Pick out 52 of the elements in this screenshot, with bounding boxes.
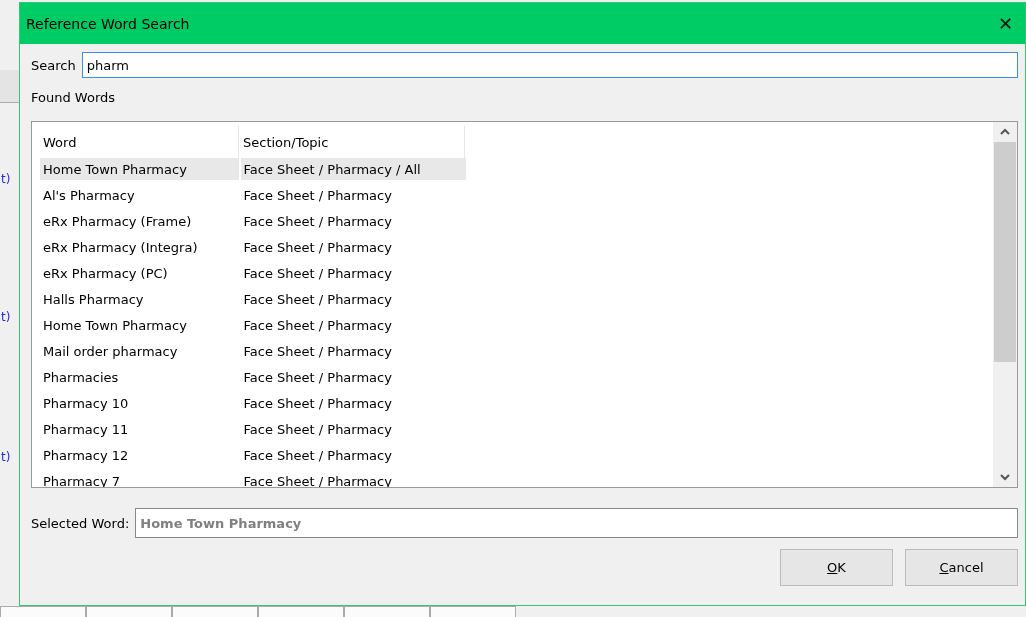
word-cell-text: Mail order pharmacy (42, 342, 179, 361)
scrollbar-thumb[interactable] (994, 142, 1016, 362)
section-cell-text: Face Sheet / Pharmacy (242, 212, 393, 231)
ok-button[interactable]: OK (780, 549, 893, 586)
list-row[interactable]: eRx Pharmacy (PC) Face Sheet / Pharmacy (40, 262, 466, 284)
section-cell-text: Face Sheet / Pharmacy (242, 394, 393, 413)
close-button[interactable]: ✕ (993, 13, 1017, 34)
link-text-fragment: t) (1, 310, 11, 324)
search-label: Search (31, 57, 76, 73)
list-row[interactable]: Pharmacy 11 Face Sheet / Pharmacy (40, 418, 466, 440)
word-cell-text: Pharmacy 12 (42, 446, 130, 465)
link-text-fragment: t) (1, 172, 11, 186)
list-row[interactable]: Home Town Pharmacy Face Sheet / Pharmacy / All (40, 158, 466, 180)
list-row[interactable]: Pharmacies Face Sheet / Pharmacy (40, 366, 466, 388)
list-row[interactable]: Pharmacy 10 Face Sheet / Pharmacy (40, 392, 466, 414)
word-cell-text: eRx Pharmacy (PC) (42, 264, 169, 283)
selected-word-field[interactable]: Home Town Pharmacy (135, 508, 1018, 538)
list-row[interactable]: Halls Pharmacy Face Sheet / Pharmacy (40, 288, 466, 310)
scroll-down-icon[interactable] (999, 473, 1011, 481)
cancel-button[interactable]: Cancel (905, 549, 1018, 586)
word-cell-text: Pharmacies (42, 368, 120, 387)
section-cell-text: Face Sheet / Pharmacy (242, 290, 393, 309)
list-row[interactable]: eRx Pharmacy (Frame) Face Sheet / Pharmacy (40, 210, 466, 232)
word-cell-text: Pharmacy 11 (42, 420, 130, 439)
scrollbar[interactable] (993, 122, 1017, 487)
found-words-label: Found Words (31, 90, 117, 105)
word-cell-text: Home Town Pharmacy (42, 316, 188, 335)
list-row[interactable]: Home Town Pharmacy Face Sheet / Pharmacy (40, 314, 466, 336)
section-cell-text: Face Sheet / Pharmacy (242, 316, 393, 335)
list-row[interactable]: eRx Pharmacy (Integra) Face Sheet / Pharmacy (40, 236, 466, 258)
word-cell-text: Pharmacy 10 (42, 394, 130, 413)
window-title: Reference Word Search (26, 15, 190, 32)
section-cell-text: Face Sheet / Pharmacy (242, 238, 393, 257)
word-cell-text: Halls Pharmacy (42, 290, 145, 309)
section-cell-text: Face Sheet / Pharmacy (242, 446, 393, 465)
section-cell-text: Face Sheet / Pharmacy (242, 186, 393, 205)
list-row[interactable]: Al's Pharmacy Face Sheet / Pharmacy (40, 184, 466, 206)
selected-word-label: Selected Word: (31, 515, 130, 531)
list-row[interactable]: Mail order pharmacy Face Sheet / Pharmacy (40, 340, 466, 362)
section-cell-text: Face Sheet / Pharmacy (242, 342, 393, 361)
section-cell-text: Face Sheet / Pharmacy (242, 264, 393, 283)
section-cell-text: Face Sheet / Pharmacy (242, 368, 393, 387)
list-row[interactable]: Pharmacy 12 Face Sheet / Pharmacy (40, 444, 466, 466)
word-cell-text: Home Town Pharmacy (42, 160, 188, 179)
section-cell-text: Face Sheet / Pharmacy (242, 420, 393, 439)
scroll-up-icon[interactable] (999, 128, 1011, 136)
word-cell-text: Al's Pharmacy (42, 186, 136, 205)
search-field[interactable]: pharm (81, 52, 1018, 78)
word-cell-text: eRx Pharmacy (Integra) (42, 238, 199, 257)
word-cell-text: eRx Pharmacy (Frame) (42, 212, 193, 231)
section-cell-text: Face Sheet / Pharmacy / All (242, 160, 422, 179)
link-text-fragment: t) (1, 450, 11, 464)
